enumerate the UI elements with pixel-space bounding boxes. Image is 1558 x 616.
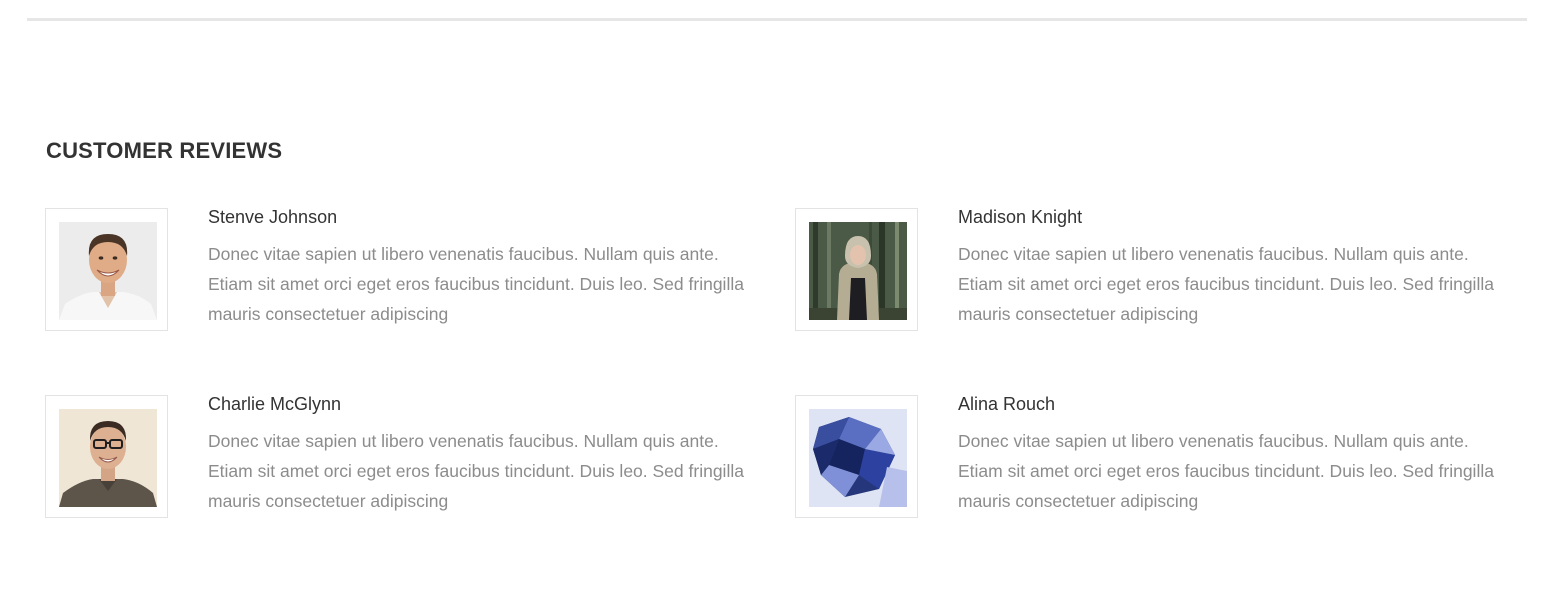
review-text: Donec vitae sapien ut libero venenatis f… xyxy=(208,244,744,324)
review-text: Donec vitae sapien ut libero venenatis f… xyxy=(208,431,744,511)
woman-forest-avatar xyxy=(809,222,907,320)
review-card: Alina Rouch Donec vitae sapien ut libero… xyxy=(795,394,1495,525)
reviewer-name: Stenve Johnson xyxy=(208,207,338,227)
avatar-frame[interactable] xyxy=(795,395,918,518)
avatar-frame[interactable] xyxy=(795,208,918,331)
top-divider xyxy=(27,18,1527,21)
review-text: Donec vitae sapien ut libero venenatis f… xyxy=(958,431,1494,511)
blue-gem-avatar xyxy=(809,409,907,507)
man-glasses-avatar xyxy=(59,409,157,507)
avatar-frame[interactable] xyxy=(45,395,168,518)
reviewer-name: Alina Rouch xyxy=(958,394,1056,414)
avatar-frame[interactable] xyxy=(45,208,168,331)
review-card: Madison Knight Donec vitae sapien ut lib… xyxy=(795,207,1495,338)
review-text: Donec vitae sapien ut libero venenatis f… xyxy=(958,244,1494,324)
man-smiling-avatar xyxy=(59,222,157,320)
reviewer-name: Madison Knight xyxy=(958,207,1083,227)
reviewer-name: Charlie McGlynn xyxy=(208,394,342,414)
review-card: Stenve Johnson Donec vitae sapien ut lib… xyxy=(45,207,745,338)
review-card: Charlie McGlynn Donec vitae sapien ut li… xyxy=(45,394,745,525)
section-title: CUSTOMER REVIEWS xyxy=(46,138,283,163)
